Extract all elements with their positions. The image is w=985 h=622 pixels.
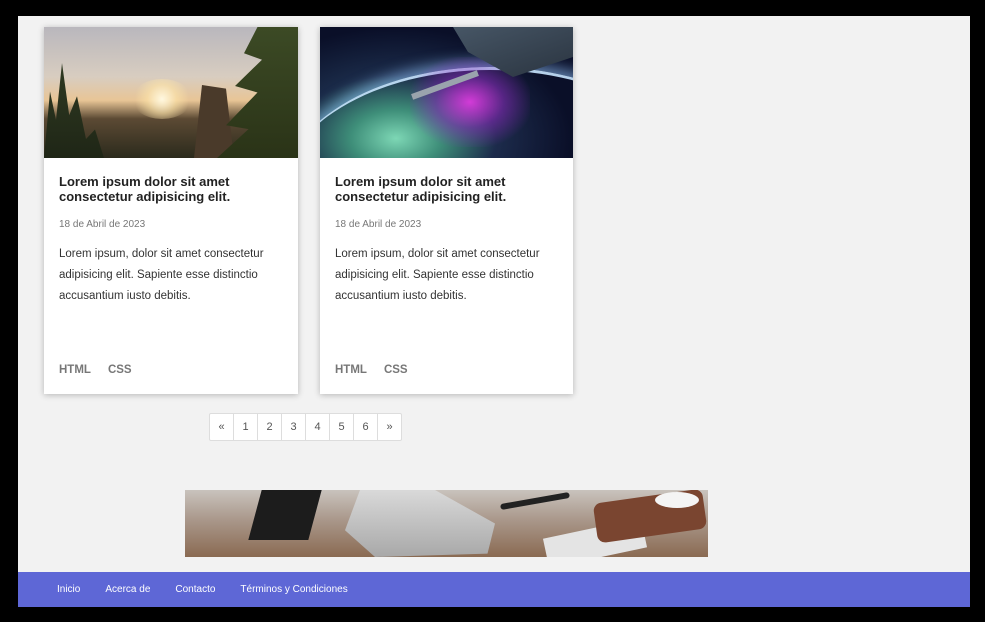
footer-link-terminos[interactable]: Términos y Condiciones (240, 584, 347, 595)
footer-link-inicio[interactable]: Inicio (57, 584, 80, 595)
card-tags: HTML CSS (59, 364, 132, 376)
page-button-4[interactable]: 4 (305, 413, 330, 441)
trees-left (44, 63, 104, 158)
tag-html[interactable]: HTML (59, 364, 91, 376)
page-button-2[interactable]: 2 (257, 413, 282, 441)
page-button-3[interactable]: 3 (281, 413, 306, 441)
tag-css[interactable]: CSS (108, 364, 132, 376)
page-button-5[interactable]: 5 (329, 413, 354, 441)
card-tags: HTML CSS (335, 364, 408, 376)
footer-link-contacto[interactable]: Contacto (175, 584, 215, 595)
card-excerpt: Lorem ipsum, dolor sit amet consectetur … (335, 248, 540, 302)
desk-banner-image (185, 490, 708, 557)
page-next-button[interactable]: » (377, 413, 402, 441)
blog-card[interactable]: Lorem ipsum dolor sit amet consectetur a… (44, 27, 298, 394)
card-body: Lorem ipsum dolor sit amet consectetur a… (320, 158, 573, 394)
pagination: « 1 2 3 4 5 6 » (209, 413, 402, 441)
sun-glow (132, 79, 192, 119)
page-button-6[interactable]: 6 (353, 413, 378, 441)
footer-nav: Inicio Acerca de Contacto Términos y Con… (18, 572, 970, 607)
card-date: 18 de Abril de 2023 (59, 219, 146, 230)
tag-css[interactable]: CSS (384, 364, 408, 376)
page-prev-button[interactable]: « (209, 413, 234, 441)
page-viewport: Lorem ipsum dolor sit amet consectetur a… (18, 16, 970, 607)
card-title[interactable]: Lorem ipsum dolor sit amet consectetur a… (59, 174, 283, 204)
pen-shape (500, 491, 570, 511)
card-title[interactable]: Lorem ipsum dolor sit amet consectetur a… (335, 174, 558, 204)
blog-card[interactable]: Lorem ipsum dolor sit amet consectetur a… (320, 27, 573, 394)
tablet-shape (248, 490, 322, 540)
tag-html[interactable]: HTML (335, 364, 367, 376)
card-excerpt: Lorem ipsum, dolor sit amet consectetur … (59, 248, 264, 302)
card-image[interactable] (44, 27, 298, 158)
cliff-shape (194, 85, 234, 158)
footer-link-acerca[interactable]: Acerca de (105, 584, 150, 595)
page-button-1[interactable]: 1 (233, 413, 258, 441)
card-image[interactable] (320, 27, 573, 158)
card-date: 18 de Abril de 2023 (335, 219, 422, 230)
monitor-stand (345, 490, 495, 557)
card-body: Lorem ipsum dolor sit amet consectetur a… (44, 158, 298, 394)
mouse-shape (655, 492, 699, 508)
